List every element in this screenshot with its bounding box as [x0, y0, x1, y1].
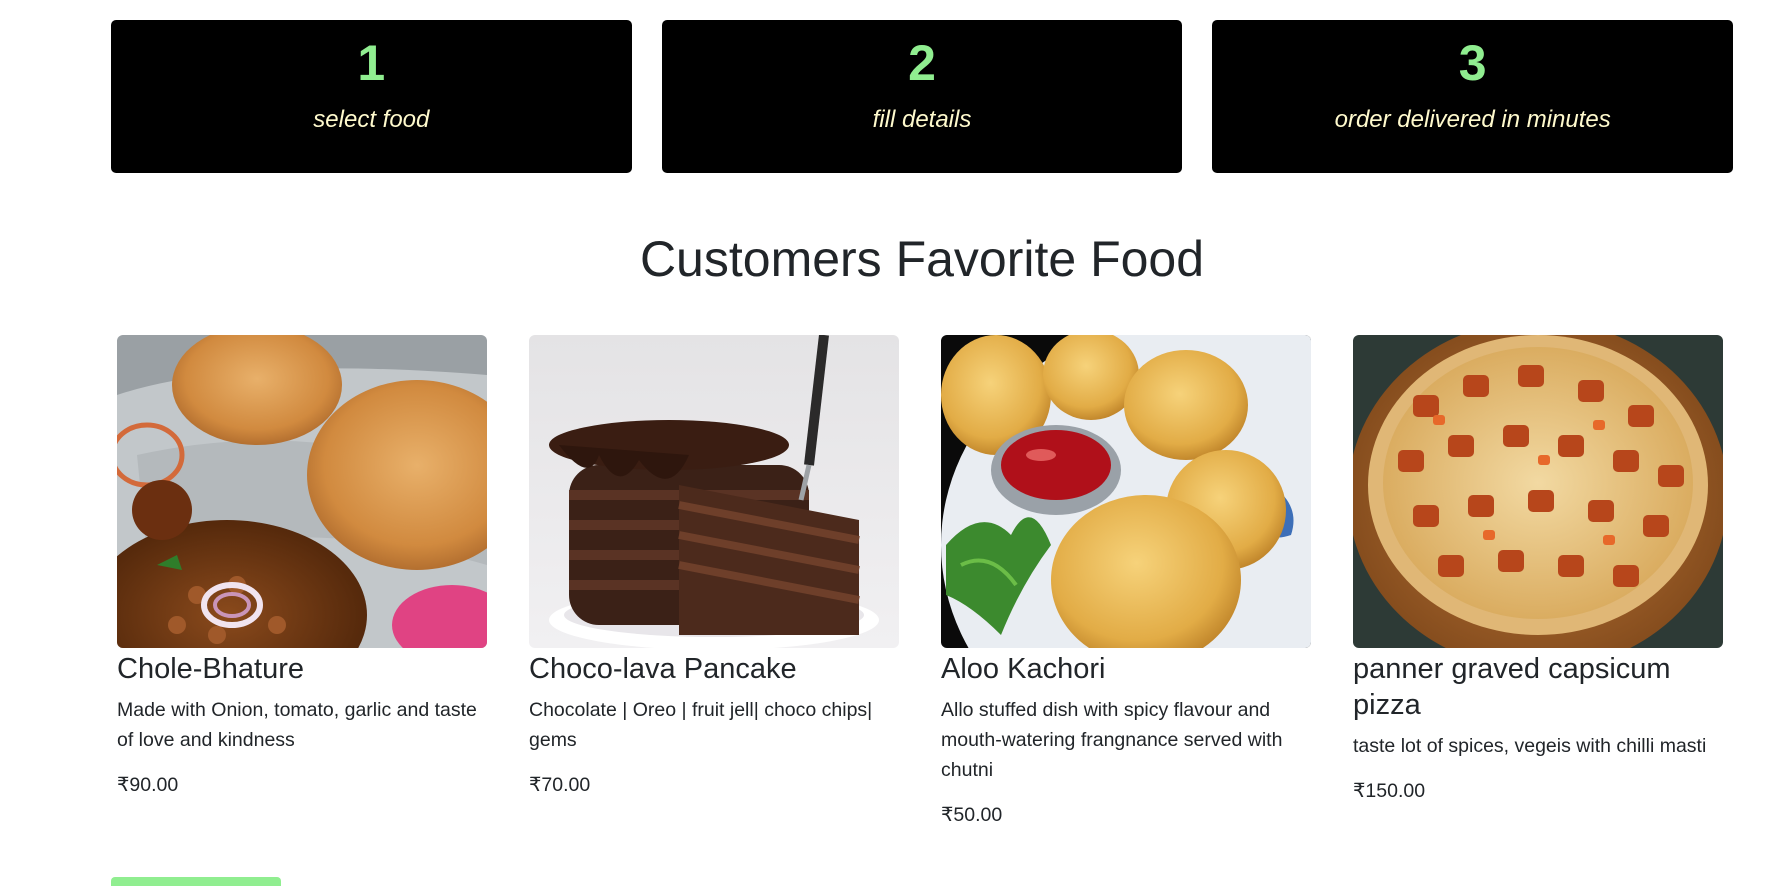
- food-card[interactable]: panner graved capsicum pizza taste lot o…: [1353, 335, 1723, 827]
- step-number: 2: [908, 35, 936, 91]
- food-price: ₹70.00: [529, 774, 591, 796]
- food-price: ₹50.00: [941, 804, 1003, 826]
- choco-lava-pancake-photo[interactable]: [529, 335, 899, 648]
- chole-bhature-photo[interactable]: [117, 335, 487, 648]
- food-price: ₹90.00: [117, 774, 179, 796]
- step-card-2: 2 fill details: [661, 20, 1183, 173]
- food-card[interactable]: Choco-lava Pancake Chocolate | Oreo | fr…: [529, 335, 899, 827]
- step-text: fill details: [872, 106, 972, 133]
- step-card-3: 3 order delivered in minutes: [1212, 20, 1734, 173]
- food-name: Chole-Bhature: [117, 653, 304, 685]
- food-description: Made with Onion, tomato, garlic and tast…: [117, 699, 477, 751]
- page: 1 select food 2 fill details 3 order del…: [0, 0, 1772, 886]
- step-card-1: 1 select food: [111, 20, 632, 173]
- view-more-button[interactable]: [111, 877, 281, 886]
- favorite-food-grid: Chole-Bhature Made with Onion, tomato, g…: [117, 335, 1725, 827]
- food-card[interactable]: Chole-Bhature Made with Onion, tomato, g…: [117, 335, 487, 827]
- food-price: ₹150.00: [1353, 780, 1426, 802]
- food-description: Chocolate | Oreo | fruit jell| choco chi…: [529, 699, 873, 751]
- food-name: Aloo Kachori: [941, 653, 1106, 685]
- section-title: Customers Favorite Food: [639, 231, 1205, 287]
- step-text: select food: [313, 106, 430, 133]
- step-number: 1: [357, 35, 386, 91]
- step-number: 3: [1458, 35, 1487, 91]
- food-card[interactable]: Aloo Kachori Allo stuffed dish with spic…: [941, 335, 1311, 827]
- food-description: Allo stuffed dish with spicy flavour and…: [941, 699, 1283, 781]
- paneer-pizza-photo[interactable]: [1353, 335, 1723, 648]
- food-name: Choco-lava Pancake: [529, 653, 797, 685]
- food-name: panner graved capsicum pizza: [1353, 653, 1671, 721]
- order-steps: 1 select food 2 fill details 3 order del…: [111, 20, 1734, 173]
- aloo-kachori-photo[interactable]: [941, 335, 1311, 648]
- step-text: order delivered in minutes: [1334, 106, 1611, 133]
- food-description: taste lot of spices, vegeis with chilli …: [1353, 735, 1707, 757]
